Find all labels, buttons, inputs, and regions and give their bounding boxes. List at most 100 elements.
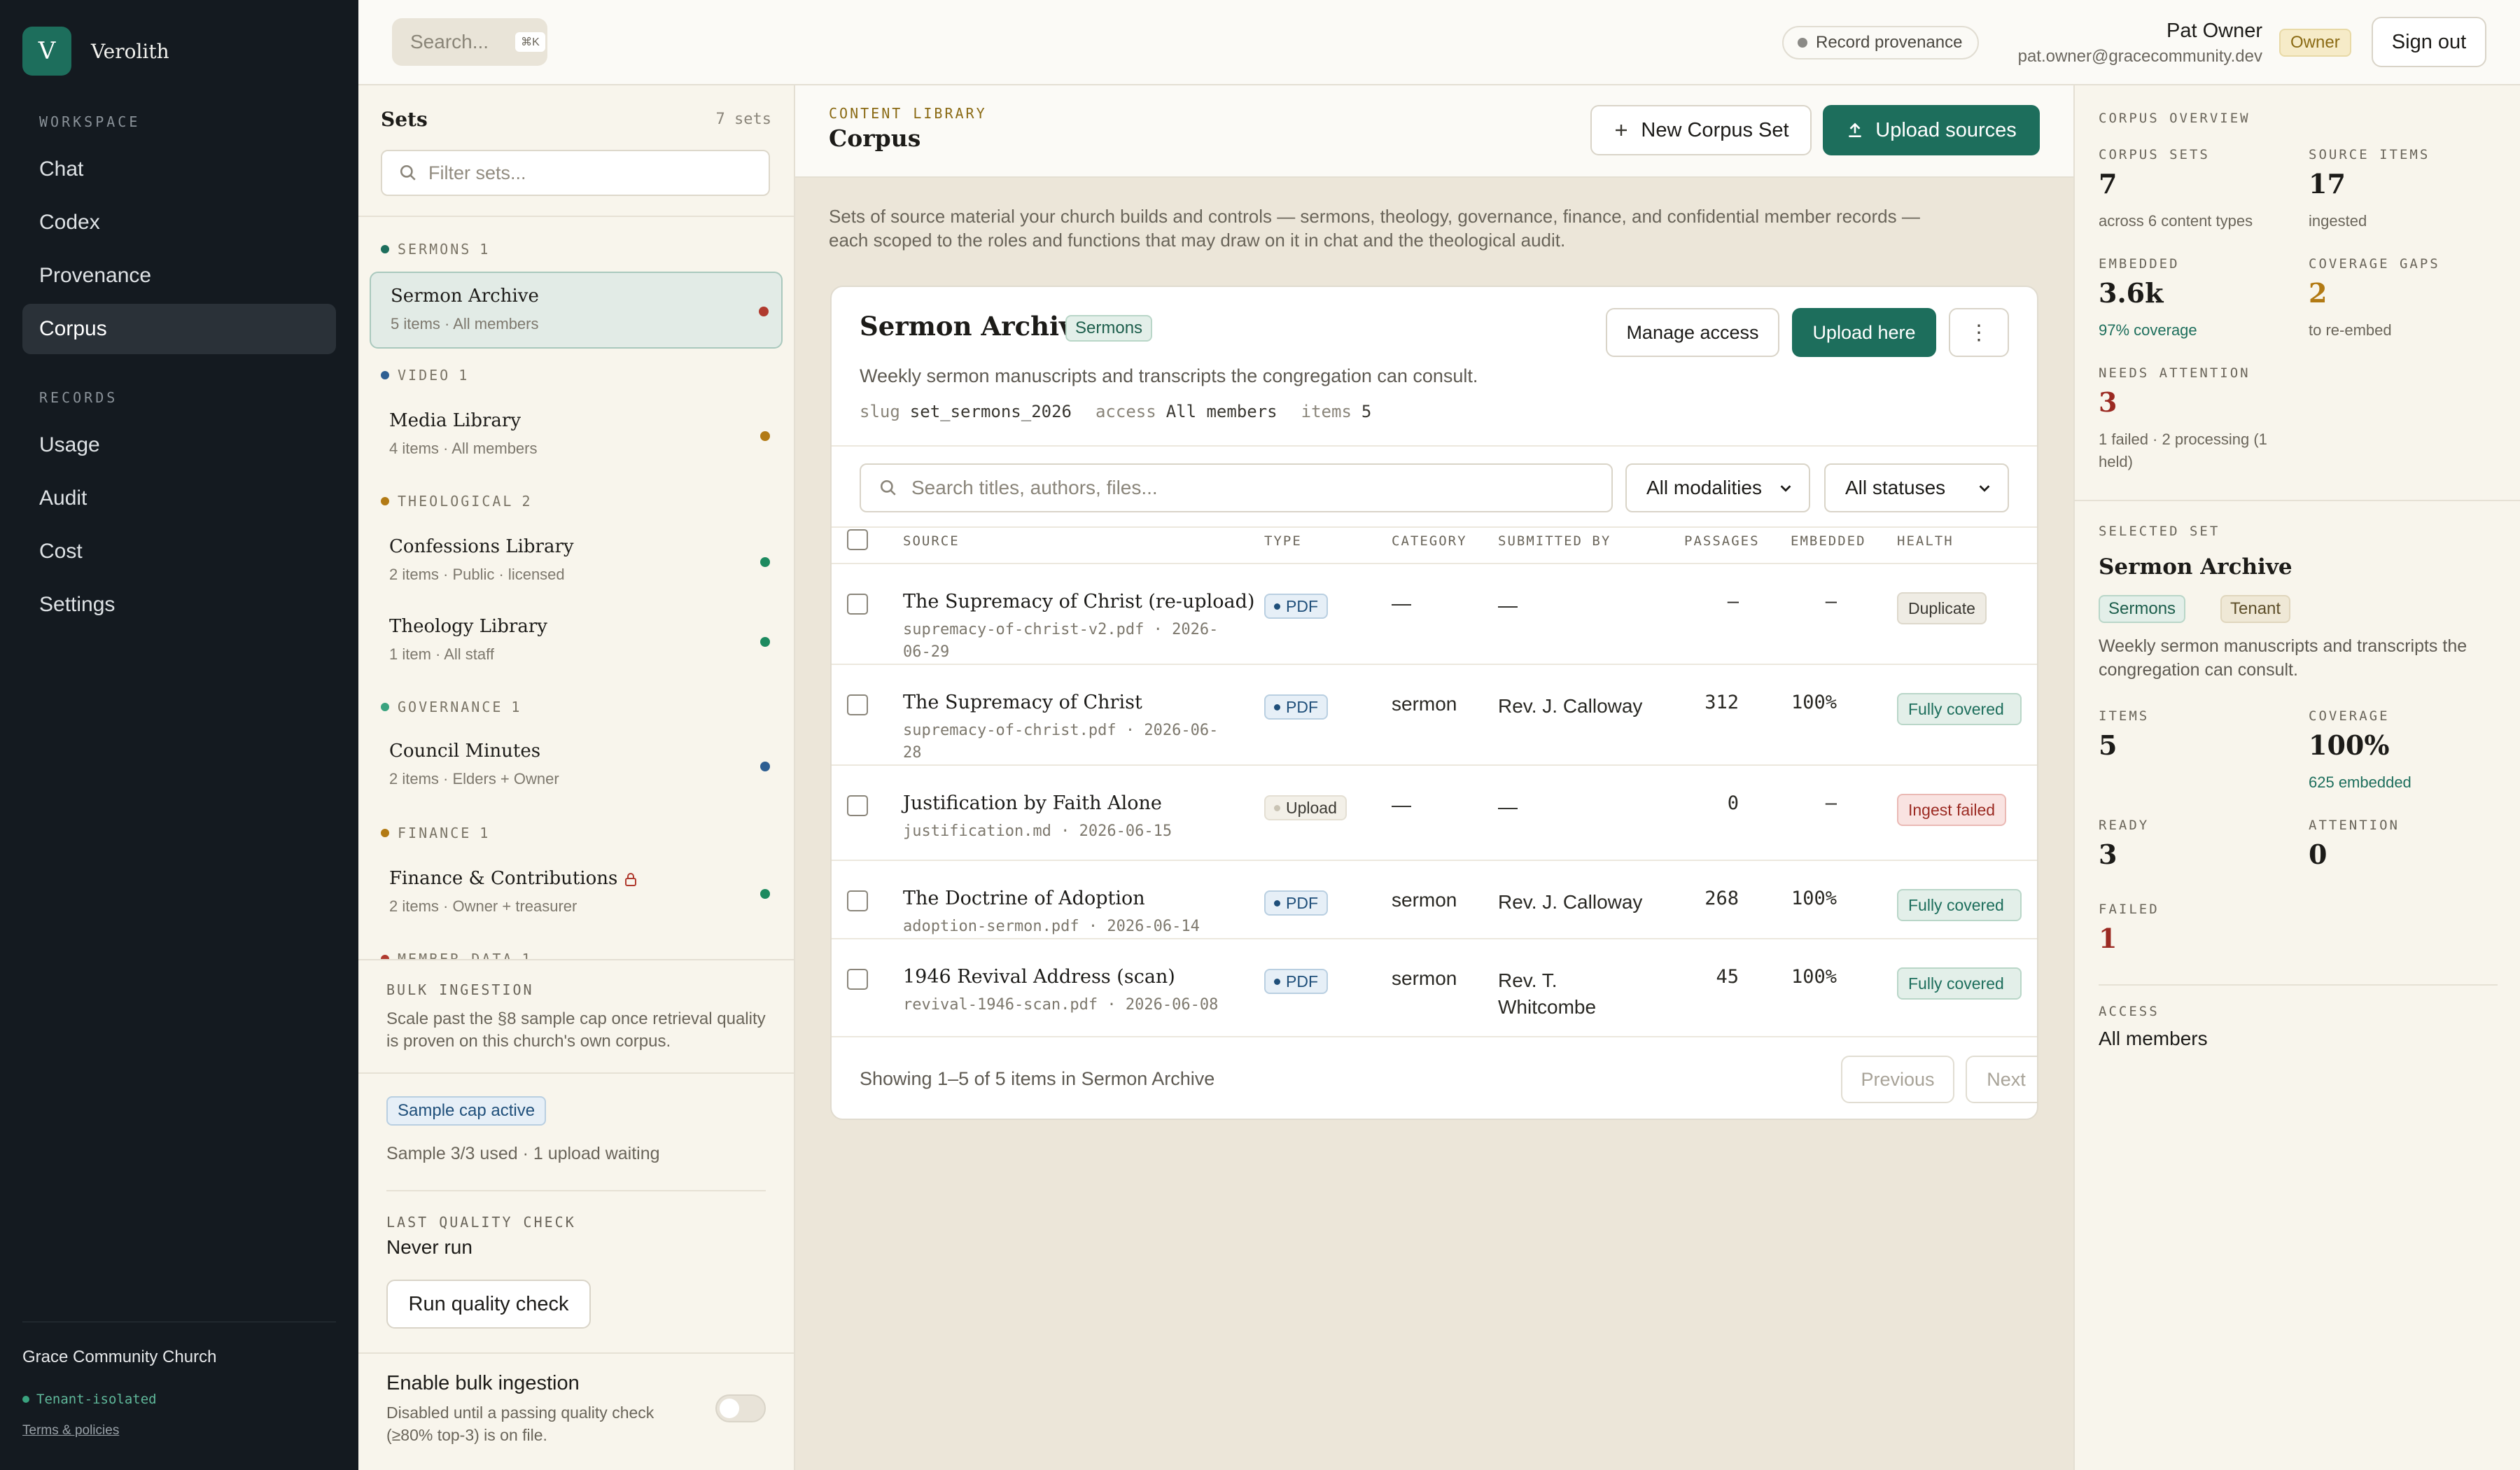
next-page-button[interactable]: Next: [1966, 1056, 2037, 1103]
items-search-input[interactable]: Search titles, authors, files...: [860, 463, 1613, 512]
app-name: Verolith: [91, 39, 169, 63]
set-description: Weekly sermon manuscripts and transcript…: [860, 365, 1478, 386]
nav-item-provenance[interactable]: Provenance: [22, 251, 336, 301]
new-corpus-set-button[interactable]: New Corpus Set: [1590, 105, 1812, 155]
sign-out-button[interactable]: Sign out: [2372, 17, 2486, 67]
divider: [358, 1072, 794, 1074]
type-badge: PDF: [1264, 594, 1328, 619]
set-item-media-library[interactable]: Media Library 4 items · All members: [370, 398, 783, 475]
more-options-button[interactable]: ⋮: [1949, 308, 2009, 357]
source-title[interactable]: Justification by Faith Alone: [903, 792, 1162, 814]
group-label: SERMONS: [398, 241, 472, 258]
set-item-theology-library[interactable]: Theology Library 1 item · All staff: [370, 603, 783, 680]
group-count: 1: [511, 699, 520, 715]
row-checkbox[interactable]: [847, 795, 868, 816]
top-bar: Search... ⌘K Record provenance Pat Owner…: [358, 0, 2520, 85]
global-search[interactable]: Search... ⌘K: [392, 18, 547, 66]
modality-select[interactable]: All modalities: [1625, 463, 1810, 512]
manage-access-button[interactable]: Manage access: [1606, 308, 1779, 357]
source-file: revival-1946-scan.pdf · 2026-06-08: [903, 996, 1219, 1014]
group-label: FINANCE: [398, 825, 472, 841]
col-health[interactable]: HEALTH: [1897, 533, 1954, 549]
coverage-gaps-value: 2: [2309, 277, 2328, 309]
lock-icon: [625, 873, 637, 886]
group-finance: FINANCE 1: [381, 825, 488, 841]
set-item-confessions-library[interactable]: Confessions Library 2 items · Public · l…: [370, 524, 783, 601]
record-provenance-button[interactable]: Record provenance: [1782, 26, 1980, 59]
source-title[interactable]: 1946 Revival Address (scan): [903, 966, 1175, 988]
embedded-label: EMBEDDED: [2099, 256, 2180, 272]
embedded: 100%: [1791, 888, 1837, 909]
row-checkbox[interactable]: [847, 890, 868, 911]
meta-slug: slug set_sermons_2026: [860, 402, 1072, 421]
source-title[interactable]: The Supremacy of Christ: [903, 692, 1142, 713]
role-badge: Owner: [2279, 29, 2351, 57]
toggle-knob: [720, 1399, 739, 1418]
user-email: pat.owner@gracecommunity.dev: [2017, 47, 2262, 66]
meta-access: access All members: [1096, 402, 1278, 421]
health-badge: Duplicate: [1897, 592, 1987, 624]
divider: [2099, 984, 2498, 986]
type-badge: Upload: [1264, 795, 1347, 820]
col-embedded[interactable]: EMBEDDED: [1791, 533, 1866, 549]
items-label: ITEMS: [2099, 708, 2150, 724]
source-title[interactable]: The Supremacy of Christ (re-upload): [903, 591, 1254, 612]
terms-link[interactable]: Terms & policies: [22, 1423, 119, 1438]
group-dot-icon: [381, 245, 389, 253]
health-badge: Fully covered: [1897, 889, 2022, 921]
nav-item-cost[interactable]: Cost: [22, 526, 336, 577]
col-type[interactable]: TYPE: [1264, 533, 1302, 549]
status-dot-icon: [760, 637, 770, 647]
divider: [832, 563, 2037, 564]
embedded-sub: 97% coverage: [2099, 321, 2197, 339]
group-count: 1: [479, 241, 489, 258]
set-item-council-minutes[interactable]: Council Minutes 2 items · Elders + Owner: [370, 728, 783, 805]
set-item-sermon-archive[interactable]: Sermon Archive 5 items · All members: [370, 272, 783, 349]
bulk-caption: BULK INGESTION: [386, 981, 534, 998]
row-checkbox[interactable]: [847, 969, 868, 990]
nav-item-corpus[interactable]: Corpus: [22, 304, 336, 354]
set-meta: slug set_sermons_2026 access All members i…: [860, 402, 1371, 421]
row-checkbox[interactable]: [847, 694, 868, 715]
bulk-ingestion-toggle[interactable]: [715, 1394, 766, 1422]
nav-item-chat[interactable]: Chat: [22, 144, 336, 195]
nav-section-records: RECORDS: [39, 389, 118, 406]
status-select[interactable]: All statuses: [1824, 463, 2009, 512]
nav-item-settings[interactable]: Settings: [22, 580, 336, 630]
nav-item-codex[interactable]: Codex: [22, 197, 336, 248]
church-name: Grace Community Church: [22, 1348, 217, 1366]
meta-items: items 5: [1301, 402, 1372, 421]
app-logo: V: [22, 27, 71, 76]
corpus-sets-sub: across 6 content types: [2099, 212, 2253, 230]
nav-item-audit[interactable]: Audit: [22, 473, 336, 524]
col-submitted-by[interactable]: SUBMITTED BY: [1498, 533, 1611, 549]
nav-item-usage[interactable]: Usage: [22, 420, 336, 470]
run-quality-check-button[interactable]: Run quality check: [386, 1280, 591, 1329]
embedded: –: [1825, 792, 1837, 814]
source-title[interactable]: The Doctrine of Adoption: [903, 888, 1145, 909]
coverage-value: 100%: [2309, 729, 2390, 761]
upload-here-button[interactable]: Upload here: [1792, 308, 1936, 357]
col-passages[interactable]: PASSAGES: [1684, 533, 1760, 549]
enable-bulk-description: Disabled until a passing quality check (…: [386, 1404, 654, 1444]
group-sermons: SERMONS 1: [381, 241, 488, 258]
source-file: adoption-sermon.pdf · 2026-06-14: [903, 918, 1200, 935]
row-checkbox[interactable]: [847, 594, 868, 615]
page-header: CONTENT LIBRARY Corpus New Corpus Set Up…: [795, 85, 2073, 178]
col-category[interactable]: CATEGORY: [1392, 533, 1467, 549]
category: sermon: [1392, 967, 1457, 989]
page-title: Corpus: [829, 125, 921, 152]
previous-page-button[interactable]: Previous: [1841, 1056, 1954, 1103]
set-item-finance-contributions[interactable]: Finance & Contributions 2 items · Owner …: [370, 855, 783, 932]
passages: 0: [1727, 792, 1739, 814]
coverage-label: COVERAGE: [2309, 708, 2390, 724]
select-all-checkbox[interactable]: [847, 529, 868, 550]
set-detail-card: Sermon Archive Sermons Manage access Upl…: [830, 286, 2038, 1120]
source-items-value: 17: [2309, 168, 2346, 200]
nav-section-workspace: WORKSPACE: [39, 113, 141, 130]
upload-sources-button[interactable]: Upload sources: [1823, 105, 2040, 155]
filter-sets-input[interactable]: Filter sets...: [381, 150, 770, 196]
col-source[interactable]: SOURCE: [903, 533, 960, 549]
status-dot-icon: [760, 557, 770, 567]
brand[interactable]: V Verolith: [22, 27, 169, 76]
